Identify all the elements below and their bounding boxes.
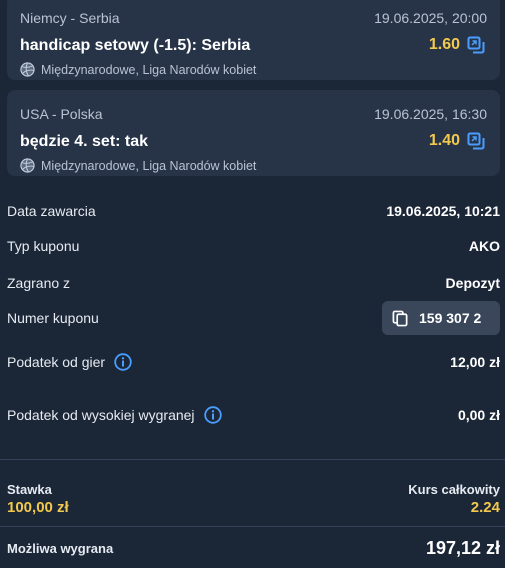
bet-date: 19.06.2025, 20:00 (374, 10, 487, 26)
league-row: Międzynarodowe, Liga Narodów kobiet (20, 62, 256, 77)
bet-teams: Niemcy - Serbia (20, 10, 120, 26)
copy-icon[interactable] (466, 131, 486, 151)
tax-label: Podatek od gier (7, 354, 106, 370)
league-name: Międzynarodowe, Liga Narodów kobiet (41, 158, 257, 173)
type-value: AKO (468, 238, 500, 254)
total-odds-label: Kurs całkowity (408, 482, 500, 497)
bet-odds: 1.40 (428, 132, 460, 149)
possible-win-value: 197,12 zł (425, 538, 500, 558)
high-tax-label-row: Podatek od wysokiej wygranej (7, 406, 222, 424)
league-row: Międzynarodowe, Liga Narodów kobiet (20, 158, 256, 173)
league-name: Międzynarodowe, Liga Narodów kobiet (41, 62, 257, 77)
info-icon[interactable] (114, 353, 132, 371)
tax-label-row: Podatek od gier (7, 353, 132, 371)
bet-odds: 1.60 (428, 36, 460, 53)
high-tax-label: Podatek od wysokiej wygranej (7, 407, 195, 423)
divider (0, 459, 505, 460)
divider (0, 526, 505, 527)
tax-value: 12,00 zł (450, 354, 500, 370)
copy-icon (392, 310, 408, 326)
date-value: 19.06.2025, 10:21 (386, 203, 500, 219)
source-label: Zagrano z (7, 275, 71, 291)
coupon-number-copy-button[interactable]: 159 307 2 (382, 301, 500, 335)
coupon-number-label: Numer kuponu (7, 310, 99, 326)
info-icon[interactable] (203, 406, 222, 424)
type-label: Typ kuponu (7, 238, 80, 254)
volleyball-icon (20, 158, 35, 173)
bet-date: 19.06.2025, 16:30 (374, 106, 487, 122)
bet-selection: handicap setowy (-1.5): Serbia (20, 37, 251, 54)
bet-card-2[interactable]: USA - Polska 19.06.2025, 16:30 będzie 4.… (7, 90, 500, 176)
bet-selection: będzie 4. set: tak (20, 133, 149, 150)
bet-card-1[interactable]: Niemcy - Serbia 19.06.2025, 20:00 handic… (7, 0, 500, 80)
stake-value: 100,00 zł (7, 499, 69, 516)
total-odds-value: 2.24 (470, 499, 500, 516)
date-label: Data zawarcia (7, 203, 96, 219)
volleyball-icon (20, 62, 35, 77)
copy-icon[interactable] (466, 35, 486, 55)
bet-teams: USA - Polska (20, 106, 103, 122)
coupon-details: Data zawarcia 19.06.2025, 10:21 Typ kupo… (0, 178, 505, 568)
high-tax-value: 0,00 zł (457, 407, 500, 423)
stake-label: Stawka (7, 482, 52, 497)
source-value: Depozyt (445, 275, 500, 291)
coupon-number-value: 159 307 2 (419, 310, 482, 326)
possible-win-label: Możliwa wygrana (7, 541, 114, 556)
